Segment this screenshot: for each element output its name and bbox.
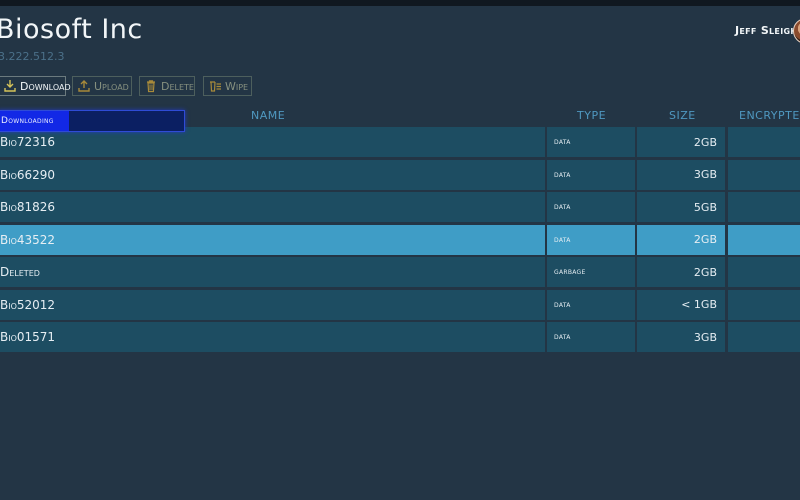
cell-type: data [547,322,635,352]
avatar[interactable] [793,18,800,44]
trash-icon [147,80,155,93]
progress-label: Downloading [1,116,54,126]
cell-encrypted [728,257,800,287]
wipe-button[interactable]: Wipe [203,76,252,96]
column-header-encrypted[interactable]: ENCRYPTED [739,109,800,122]
upload-label: Upload [94,79,129,93]
cell-name: Bio81826 [0,192,545,222]
app-title: Biosoft Inc [0,14,143,45]
cell-size: 3GB [637,159,725,190]
cell-size: 2GB [637,127,725,157]
table-row[interactable]: Bio52012 data < 1GB [0,289,800,320]
upload-icon [78,80,90,92]
cell-encrypted [728,224,800,255]
download-button[interactable]: Download [0,76,71,96]
cell-type: data [547,127,635,157]
cell-size: 5GB [637,192,725,222]
cell-type: garbage [547,257,635,287]
cell-name: Bio43522 [0,224,545,255]
cell-encrypted [728,159,800,190]
table-row[interactable]: Bio66290 data 3GB [0,159,800,190]
cell-encrypted [728,192,800,222]
download-label: Download [20,79,71,93]
cell-type: data [547,159,635,190]
cell-type: data [547,289,635,320]
cell-size: 3GB [637,322,725,352]
table-row[interactable]: Bio43522 data 2GB [0,224,800,255]
cell-size: < 1GB [637,289,725,320]
user-name[interactable]: Jeff Sleight [735,24,800,37]
file-table: Bio72316 data 2GB Bio66290 data 3GB Bio81826 da… [0,127,800,355]
cell-name: Bio01571 [0,322,545,352]
app-version: 3.222.512.3 [0,50,65,63]
cell-name: Bio52012 [0,289,545,320]
cell-encrypted [728,322,800,352]
column-header-size[interactable]: SIZE [669,109,696,122]
wipe-icon [210,81,221,92]
cell-name: Bio66290 [0,159,545,190]
cell-type: data [547,192,635,222]
download-icon [4,80,16,92]
download-progress-bar: Downloading [0,110,185,132]
window-top-bar [0,0,800,6]
cell-type: data [547,224,635,255]
cell-size: 2GB [637,224,725,255]
cell-name: Deleted [0,257,545,287]
cell-size: 2GB [637,257,725,287]
table-row[interactable]: Deleted garbage 2GB [0,257,800,287]
table-row[interactable]: Bio81826 data 5GB [0,192,800,222]
column-header-type[interactable]: TYPE [577,109,606,122]
cell-encrypted [728,127,800,157]
wipe-label: Wipe [225,79,249,93]
delete-button[interactable]: Delete [139,76,195,96]
delete-label: Delete [161,79,194,93]
table-row[interactable]: Bio01571 data 3GB [0,322,800,352]
upload-button[interactable]: Upload [72,76,132,96]
cell-encrypted [728,289,800,320]
column-header-name[interactable]: NAME [251,109,285,122]
